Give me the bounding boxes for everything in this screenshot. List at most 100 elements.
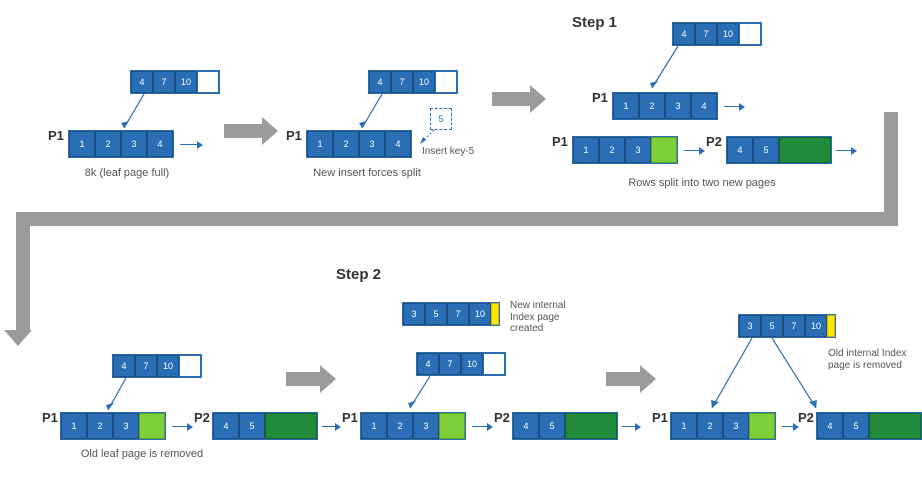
- leaf-p1-row1: 1 2 3: [572, 136, 678, 164]
- leaf-cell: 3: [665, 93, 691, 119]
- leaf-page-full-2: 1 2 3 4: [306, 130, 412, 158]
- p2-label: P2: [706, 134, 722, 149]
- link-arrow: [622, 426, 636, 427]
- leaf-cell: 3: [359, 131, 385, 157]
- leaf-cell: 1: [307, 131, 333, 157]
- leaf-cell: 3: [625, 137, 651, 163]
- leaf-cell: 1: [69, 131, 95, 157]
- flow-arrow: [492, 92, 532, 106]
- idx-yellow: [491, 303, 499, 325]
- idx-cell: 10: [157, 355, 179, 377]
- link-arrow: [472, 426, 488, 427]
- final-index-page: 3 5 7 10: [738, 314, 836, 338]
- idx-cell: 5: [425, 303, 447, 325]
- step2-title: Step 2: [336, 266, 381, 283]
- leaf-cell: 2: [599, 137, 625, 163]
- p2-label: P2: [494, 410, 510, 425]
- p2-label: P2: [194, 410, 210, 425]
- idx-cell: 4: [417, 353, 439, 375]
- leaf-cell: 5: [753, 137, 779, 163]
- leaf-cell: 2: [333, 131, 359, 157]
- p1-label: P1: [286, 128, 302, 143]
- idx-cell: 4: [673, 23, 695, 45]
- idx-empty: [179, 355, 201, 377]
- leaf-cell: 2: [95, 131, 121, 157]
- idx-cell: 4: [113, 355, 135, 377]
- idx-cell: 3: [403, 303, 425, 325]
- caption-6: Old internal Index page is removed: [828, 348, 910, 371]
- p1-label: P1: [552, 134, 568, 149]
- p1-label: P1: [42, 410, 58, 425]
- p1-label: P1: [652, 410, 668, 425]
- leaf-p2-r2b: 4 5: [512, 412, 618, 440]
- idx-cell: 10: [469, 303, 491, 325]
- leaf-cell: 1: [613, 93, 639, 119]
- step1-title: Step 1: [572, 14, 617, 31]
- new-index-page: 3 5 7 10: [402, 302, 500, 326]
- idx-cell: 4: [131, 71, 153, 93]
- leaf-p2-row1: 4 5: [726, 136, 832, 164]
- link-arrow: [724, 106, 740, 107]
- leaf-cell: 4: [213, 413, 239, 439]
- leaf-cell: 5: [843, 413, 869, 439]
- leaf-cell: 4: [385, 131, 411, 157]
- leaf-p2-r2a: 4 5: [212, 412, 318, 440]
- idx-cell: 10: [413, 71, 435, 93]
- index-page-r2a: 4 7 10: [112, 354, 202, 378]
- p2-label: P2: [798, 410, 814, 425]
- link-arrow: [172, 426, 188, 427]
- idx-cell: 10: [805, 315, 827, 337]
- page-split-diagram: Step 1 4 7 10 P1 1 2 3 4 8k (leaf page f…: [12, 12, 910, 488]
- leaf-free: [749, 413, 775, 439]
- flow-connector: [16, 212, 898, 226]
- link-arrow: [782, 426, 794, 427]
- leaf-p1-r2b: 1 2 3: [360, 412, 466, 440]
- idx-cell: 7: [695, 23, 717, 45]
- leaf-free: [779, 137, 831, 163]
- leaf-cell: 1: [61, 413, 87, 439]
- leaf-cell: 3: [121, 131, 147, 157]
- leaf-free: [869, 413, 921, 439]
- idx-cell: 7: [135, 355, 157, 377]
- leaf-cell: 3: [113, 413, 139, 439]
- link-arrow: [836, 150, 852, 151]
- idx-cell: 7: [153, 71, 175, 93]
- leaf-free: [265, 413, 317, 439]
- index-page-1: 4 7 10: [130, 70, 220, 94]
- leaf-free: [139, 413, 165, 439]
- leaf-cell: 3: [723, 413, 749, 439]
- insert-annot: Insert key-5: [422, 146, 474, 158]
- leaf-cell: 4: [147, 131, 173, 157]
- leaf-old-row1: 1 2 3 4: [612, 92, 718, 120]
- idx-cell: 7: [783, 315, 805, 337]
- idx-cell: 7: [391, 71, 413, 93]
- idx-cell: 10: [461, 353, 483, 375]
- idx-cell: 5: [761, 315, 783, 337]
- idx-cell: 10: [175, 71, 197, 93]
- idx-empty: [435, 71, 457, 93]
- flow-arrow: [224, 124, 264, 138]
- leaf-cell: 4: [817, 413, 843, 439]
- index-page-3: 4 7 10: [672, 22, 762, 46]
- idx-yellow: [827, 315, 835, 337]
- leaf-p1-final: 1 2 3: [670, 412, 776, 440]
- p1-label: P1: [48, 128, 64, 143]
- flow-arrow: [606, 372, 642, 386]
- idx-cell: 7: [447, 303, 469, 325]
- index-page-2: 4 7 10: [368, 70, 458, 94]
- flow-arrow: [286, 372, 322, 386]
- caption-2: New insert forces split: [302, 167, 432, 179]
- insert-key-cell: 5: [430, 108, 452, 130]
- leaf-cell: 5: [239, 413, 265, 439]
- caption-1: 8k (leaf page full): [72, 167, 182, 179]
- idx-empty: [483, 353, 505, 375]
- idx-cell: 4: [369, 71, 391, 93]
- idx-empty: [739, 23, 761, 45]
- caption-4: Old leaf page is removed: [62, 448, 222, 460]
- leaf-cell: 1: [573, 137, 599, 163]
- idx-cell: 7: [439, 353, 461, 375]
- leaf-cell: 2: [87, 413, 113, 439]
- old-index-page-r2b: 4 7 10: [416, 352, 506, 376]
- leaf-cell: 4: [727, 137, 753, 163]
- flow-connector: [884, 112, 898, 212]
